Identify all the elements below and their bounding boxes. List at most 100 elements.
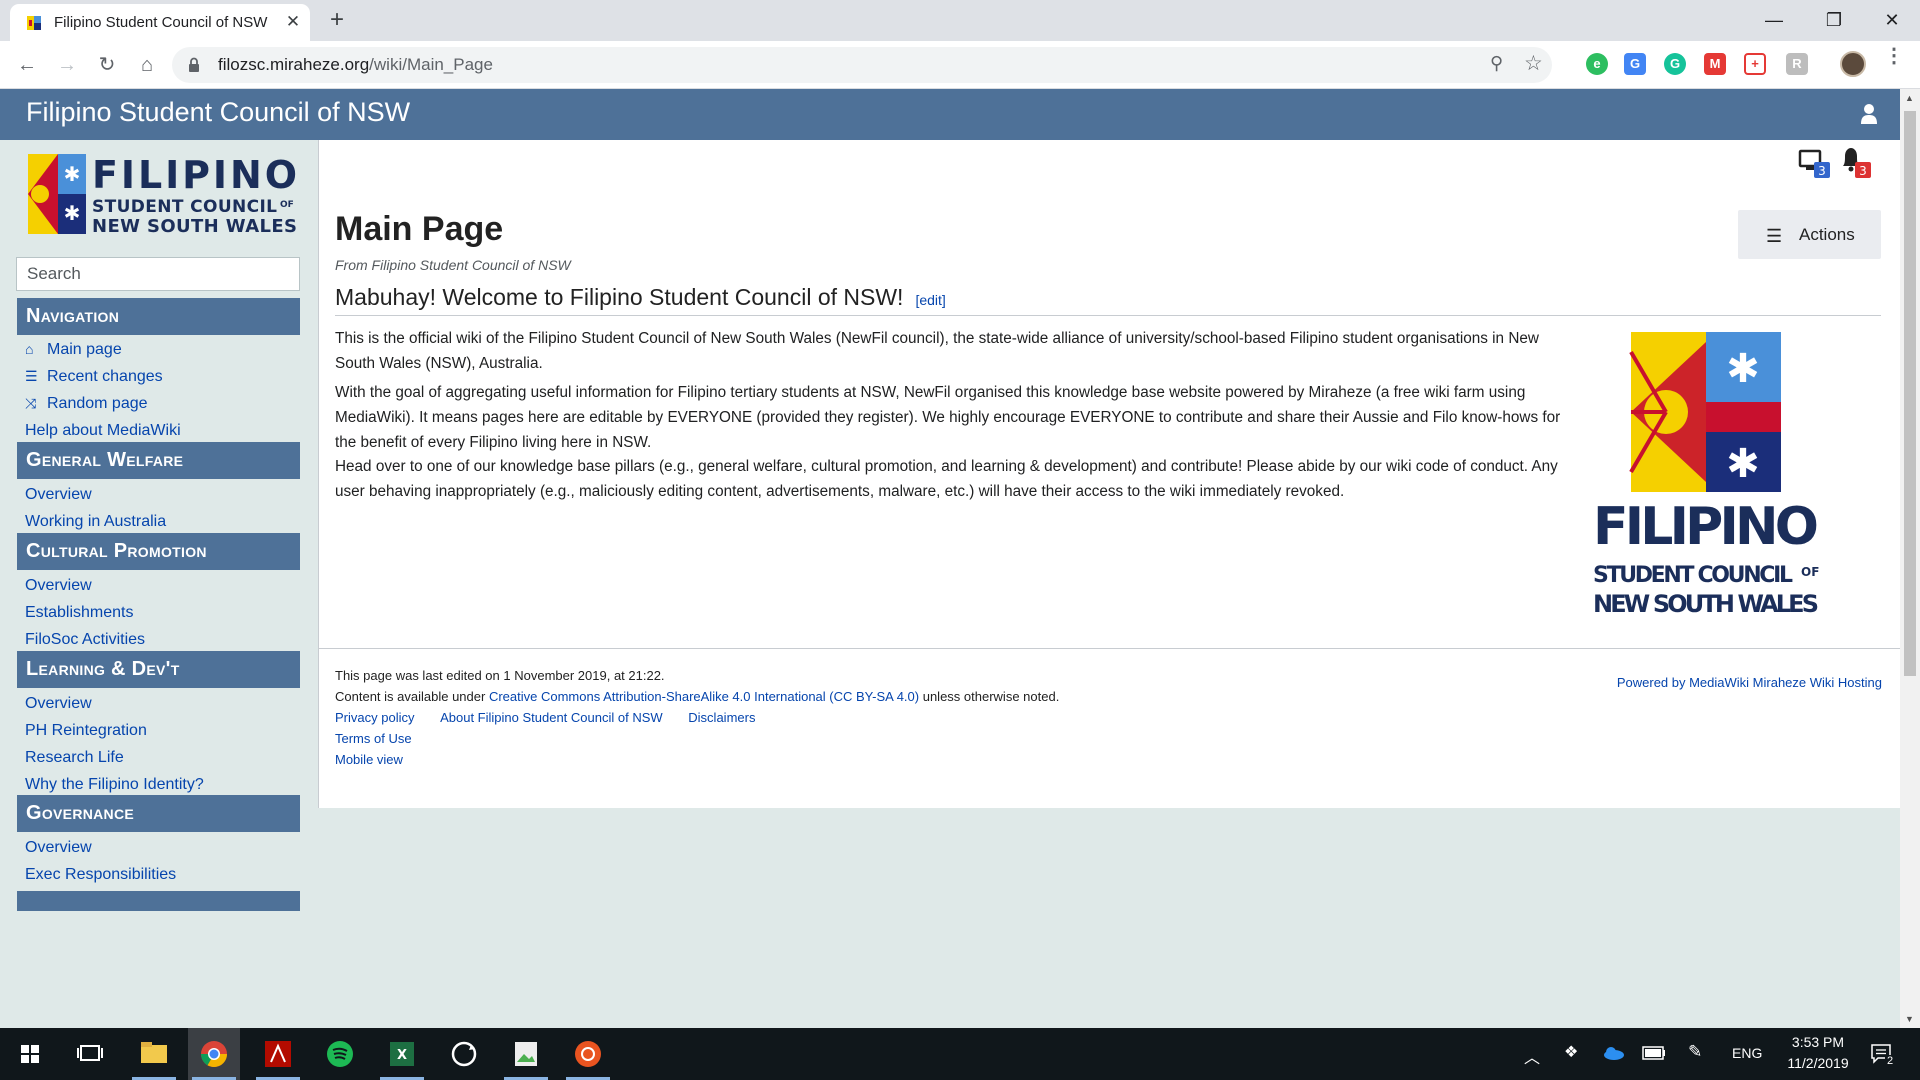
portal-heading-governance: Governance: [17, 795, 300, 832]
clock-date[interactable]: 11/2/2019: [1778, 1055, 1858, 1071]
page-footer: This page was last edited on 1 November …: [318, 648, 1900, 808]
logo-subtitle: STUDENT COUNCIL: [92, 197, 277, 217]
sidebar-link-welfare-overview[interactable]: Overview: [25, 486, 92, 504]
license-link[interactable]: Creative Commons Attribution-ShareAlike …: [489, 689, 919, 704]
forward-arrow-icon[interactable]: →: [52, 50, 82, 80]
close-window-button[interactable]: ✕: [1864, 0, 1920, 40]
acrobat-taskbar-icon[interactable]: [252, 1028, 304, 1080]
sync-taskbar-icon[interactable]: [438, 1028, 490, 1080]
mobile-view-link[interactable]: Mobile view: [335, 752, 403, 767]
sidebar-link-random-page[interactable]: ⤨ Random page: [25, 395, 148, 413]
bookmark-star-icon[interactable]: ☆: [1524, 51, 1543, 76]
site-logo[interactable]: ✱ ✱ FILIPINO STUDENT COUNCIL OF NEW SOUT…: [28, 154, 300, 234]
reload-icon[interactable]: ↻: [92, 50, 122, 80]
mendeley-extension-icon[interactable]: M: [1704, 53, 1726, 75]
minimize-button[interactable]: —: [1746, 0, 1802, 40]
actions-label: Actions: [1799, 225, 1855, 244]
reader-extension-icon[interactable]: R: [1786, 53, 1808, 75]
grammarly-extension-icon[interactable]: G: [1664, 53, 1686, 75]
portal-heading-cultural-promotion: Cultural Promotion: [17, 533, 300, 570]
restore-button[interactable]: ❐: [1806, 0, 1862, 40]
sidebar-link-cultural-overview[interactable]: Overview: [25, 577, 92, 595]
article-logo-subtitle: STUDENT COUNCIL: [1593, 563, 1793, 588]
excel-taskbar-icon[interactable]: X: [376, 1028, 428, 1080]
url-text[interactable]: filozsc.miraheze.org/wiki/Main_Page: [218, 55, 493, 75]
disclaimers-link[interactable]: Disclaimers: [688, 710, 755, 725]
search-box: [16, 257, 300, 291]
sidebar-link-learning-overview[interactable]: Overview: [25, 695, 92, 713]
ubuntu-taskbar-icon[interactable]: [562, 1028, 614, 1080]
sidebar-link-help[interactable]: Help about MediaWiki: [25, 422, 181, 440]
profile-avatar[interactable]: [1840, 51, 1866, 77]
main-content: 3 3 Main Page ☰ Actions From Filipino St…: [318, 140, 1900, 648]
terms-of-use-link[interactable]: Terms of Use: [335, 731, 412, 746]
translate-extension-icon[interactable]: G: [1624, 53, 1646, 75]
sidebar-link-recent-changes[interactable]: ☰ Recent changes: [25, 368, 163, 386]
dropbox-tray-icon[interactable]: ❖: [1564, 1042, 1578, 1062]
file-explorer-icon[interactable]: [128, 1028, 180, 1080]
scroll-down-icon[interactable]: ▼: [1905, 1014, 1914, 1024]
notices-icon[interactable]: 3: [1798, 148, 1832, 180]
sidebar-link-filipino-identity[interactable]: Why the Filipino Identity?: [25, 776, 204, 794]
task-view-icon[interactable]: [64, 1028, 116, 1080]
scrollbar-thumb[interactable]: [1904, 111, 1916, 676]
address-bar[interactable]: filozsc.miraheze.org/wiki/Main_Page ⚲ ☆: [172, 47, 1552, 83]
svg-text:✱: ✱: [1726, 347, 1760, 391]
svg-text:✱: ✱: [1726, 442, 1760, 486]
council-logo-image[interactable]: ✱ ✱ FILIPINO STUDENT COUNCIL OF NEW SOUT…: [1571, 332, 1843, 637]
article-logo-title: FILIPINO: [1593, 497, 1819, 557]
svg-text:3: 3: [1859, 164, 1867, 178]
sidebar-link-ph-reintegration[interactable]: PH Reintegration: [25, 722, 147, 740]
alerts-bell-icon[interactable]: 3: [1839, 146, 1873, 180]
chrome-menu-icon[interactable]: ⋮: [1884, 46, 1904, 66]
sidebar-link-main-page[interactable]: ⌂ Main page: [25, 341, 122, 359]
goal-paragraph: With the goal of aggregating useful info…: [335, 384, 1561, 451]
onedrive-tray-icon[interactable]: [1602, 1046, 1624, 1060]
privacy-policy-link[interactable]: Privacy policy: [335, 710, 414, 725]
search-input[interactable]: [17, 258, 299, 290]
tab-close-icon[interactable]: ✕: [282, 11, 304, 33]
sidebar-link-governance-overview[interactable]: Overview: [25, 839, 92, 857]
sidebar-link-research-life[interactable]: Research Life: [25, 749, 124, 767]
edit-section-link[interactable]: [edit]: [915, 292, 945, 308]
zoom-icon[interactable]: ⚲: [1490, 53, 1503, 74]
pen-tray-icon[interactable]: ✎: [1688, 1042, 1702, 1062]
chrome-taskbar-icon[interactable]: [188, 1028, 240, 1080]
spotify-taskbar-icon[interactable]: [314, 1028, 366, 1080]
battery-tray-icon[interactable]: [1642, 1046, 1666, 1060]
new-tab-button[interactable]: +: [324, 8, 350, 34]
lock-icon: [189, 57, 199, 72]
portal-heading-next: [17, 891, 300, 911]
evernote-extension-icon[interactable]: e: [1586, 53, 1608, 75]
user-icon[interactable]: [1860, 103, 1878, 125]
powered-by-link[interactable]: Powered by MediaWiki Miraheze Wiki Hosti…: [1617, 675, 1882, 690]
sidebar-link-exec-responsibilities[interactable]: Exec Responsibilities: [25, 866, 176, 884]
sidebar-link-filosoc-activities[interactable]: FiloSoc Activities: [25, 631, 145, 649]
logo-title: FILIPINO: [92, 154, 297, 197]
last-edited-info: This page was last edited on 1 November …: [335, 668, 665, 683]
portal-heading-general-welfare: General Welfare: [17, 442, 300, 479]
photo-app-taskbar-icon[interactable]: [500, 1028, 552, 1080]
list-icon: ☰: [25, 368, 38, 384]
contribute-paragraph: Head over to one of our knowledge base p…: [335, 458, 1558, 500]
back-arrow-icon[interactable]: ←: [12, 50, 42, 80]
language-indicator[interactable]: ENG: [1732, 1045, 1762, 1061]
actions-button[interactable]: ☰ Actions: [1738, 210, 1881, 259]
sidebar-link-establishments[interactable]: Establishments: [25, 604, 134, 622]
site-title[interactable]: Filipino Student Council of NSW: [26, 97, 410, 128]
home-icon[interactable]: ⌂: [132, 50, 162, 80]
section-title: Mabuhay! Welcome to Filipino Student Cou…: [335, 284, 904, 310]
about-link[interactable]: About Filipino Student Council of NSW: [440, 710, 663, 725]
browser-tab[interactable]: Filipino Student Council of NSW ✕: [10, 4, 310, 41]
license-info: Content is available under Creative Comm…: [335, 689, 1060, 704]
scroll-up-icon[interactable]: ▲: [1905, 93, 1914, 103]
pdf-extension-icon[interactable]: +: [1744, 53, 1766, 75]
clock-time[interactable]: 3:53 PM: [1788, 1034, 1848, 1050]
svg-text:✱: ✱: [64, 203, 81, 225]
tray-overflow-icon[interactable]: ︿: [1524, 1044, 1540, 1068]
sidebar-link-working-in-australia[interactable]: Working in Australia: [25, 513, 166, 531]
page-scrollbar[interactable]: ▲ ▼: [1900, 89, 1920, 1028]
notification-count-badge: 2: [1885, 1055, 1896, 1067]
windows-start-icon[interactable]: [4, 1028, 56, 1080]
wiki-header-bar: Filipino Student Council of NSW: [0, 89, 1900, 140]
